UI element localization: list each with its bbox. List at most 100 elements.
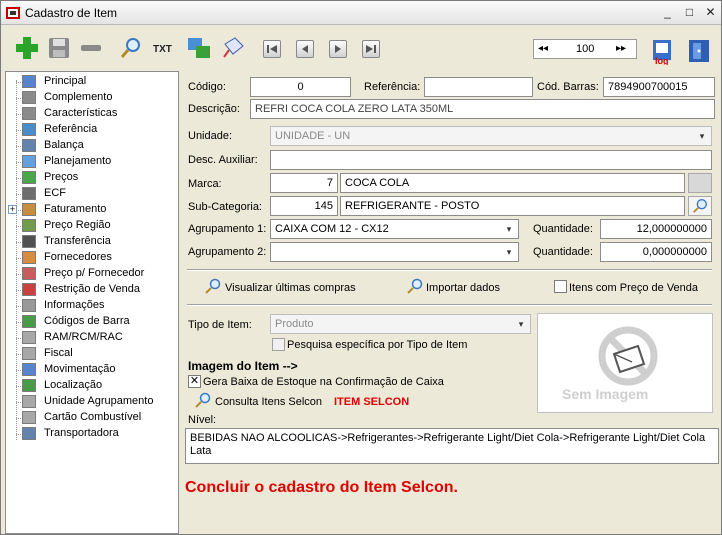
codigo-field[interactable]: 0 — [250, 77, 351, 97]
item-image-placeholder: Sem Imagem — [537, 313, 713, 413]
no-image-text: Sem Imagem — [562, 386, 649, 402]
barcode-icon — [22, 315, 36, 328]
sidebar-item-faturamento[interactable]: + Faturamento — [6, 202, 178, 218]
tipo-select[interactable]: Produto ▾ — [270, 314, 531, 334]
sidebar-item-localiza-o[interactable]: Localização — [6, 378, 178, 394]
sidebar-item-unidade-agrupamento[interactable]: Unidade Agrupamento — [6, 394, 178, 410]
sidebar-item-transfer-ncia[interactable]: Transferência — [6, 234, 178, 250]
image-label: Imagem do Item --> — [188, 359, 298, 373]
sidebar-item-ecf[interactable]: ECF — [6, 186, 178, 202]
maximize-button[interactable]: □ — [681, 5, 698, 21]
document-icon — [22, 347, 36, 360]
sidebar-item-fornecedores[interactable]: Fornecedores — [6, 250, 178, 266]
sidebar-item-c-digos-de-barra[interactable]: Códigos de Barra — [6, 314, 178, 330]
sidebar-item-label: Preços — [44, 171, 79, 183]
sidebar-item-refer-ncia[interactable]: Referência — [6, 122, 178, 138]
sidebar-item-cart-o-combust-vel[interactable]: Cartão Combustível — [6, 410, 178, 426]
tipo-label: Tipo de Item: — [188, 319, 252, 331]
sidebar-item-pre-o-p-fornecedor[interactable]: Preço p/ Fornecedor — [6, 266, 178, 282]
unidade-select[interactable]: UNIDADE - UN ▾ — [270, 126, 712, 146]
first-record-button[interactable] — [263, 40, 281, 58]
pager-value[interactable]: 100 — [576, 43, 594, 55]
document-icon — [22, 331, 36, 344]
qtd1-field[interactable]: 12,000000000 — [600, 219, 712, 239]
divider — [187, 269, 712, 271]
search-icon — [407, 278, 423, 294]
sidebar-item-caracter-sticas[interactable]: Características — [6, 106, 178, 122]
pager-next[interactable]: ▸▸ — [616, 43, 626, 54]
copy-icon[interactable] — [219, 34, 247, 62]
qtd2-field[interactable]: 0,000000000 — [600, 242, 712, 262]
sidebar-item-pre-os[interactable]: Preços — [6, 170, 178, 186]
sidebar-item-movimenta-o[interactable]: Movimentação — [6, 362, 178, 378]
txt-icon[interactable]: TXT — [151, 34, 179, 62]
search-icon[interactable] — [117, 34, 145, 62]
sync-icon[interactable] — [185, 34, 213, 62]
svg-text:log: log — [655, 56, 669, 65]
agrup2-select[interactable]: ▾ — [270, 242, 519, 262]
subcat-code-field[interactable]: 145 — [270, 196, 338, 216]
document-icon — [22, 395, 36, 408]
sidebar-item-label: Fornecedores — [44, 251, 112, 263]
marca-lookup-button[interactable] — [688, 173, 712, 193]
sidebar-item-label: Cartão Combustível — [44, 411, 142, 423]
transfer-icon — [22, 235, 36, 248]
descricao-field[interactable]: REFRI COCA COLA ZERO LATA 350ML — [250, 99, 715, 119]
movement-icon — [22, 363, 36, 376]
save-icon[interactable] — [45, 34, 73, 62]
agrup1-select[interactable]: CAIXA COM 12 - CX12 ▾ — [270, 219, 519, 239]
sidebar-item-pre-o-regi-o[interactable]: Preço Região — [6, 218, 178, 234]
marca-code-field[interactable]: 7 — [270, 173, 338, 193]
region-icon — [22, 219, 36, 232]
log-icon[interactable]: log — [649, 37, 677, 65]
item-form: Código: 0 Referência: Cód. Barras: 78949… — [181, 71, 721, 534]
sidebar-item-complemento[interactable]: Complemento — [6, 90, 178, 106]
supplier-price-icon — [22, 267, 36, 280]
sidebar-item-label: Transferência — [44, 235, 111, 247]
marca-label: Marca: — [188, 178, 222, 190]
prev-record-button[interactable] — [296, 40, 314, 58]
pesquisa-tipo-checkbox[interactable] — [272, 338, 285, 351]
sidebar-item-restri-o-de-venda[interactable]: Restrição de Venda — [6, 282, 178, 298]
next-record-button[interactable] — [329, 40, 347, 58]
desc-aux-field[interactable] — [270, 150, 712, 170]
sidebar-item-balan-a[interactable]: Balança — [6, 138, 178, 154]
unidade-label: Unidade: — [188, 130, 233, 142]
expand-icon[interactable]: + — [8, 205, 17, 214]
document-icon — [22, 411, 36, 424]
sidebar-item-principal[interactable]: Principal — [6, 74, 178, 90]
sidebar-item-ram-rcm-rac[interactable]: RAM/RCM/RAC — [6, 330, 178, 346]
sidebar-item-fiscal[interactable]: Fiscal — [6, 346, 178, 362]
subcat-search-icon[interactable] — [688, 196, 712, 216]
exit-icon[interactable] — [685, 37, 713, 65]
close-button[interactable]: ✕ — [702, 5, 719, 21]
referencia-field[interactable] — [424, 77, 533, 97]
add-icon[interactable] — [13, 34, 41, 62]
import-data-link[interactable]: Importar dados — [426, 282, 500, 294]
concluir-message: Concluir o cadastro do Item Selcon. — [185, 479, 458, 496]
paperclip-icon — [22, 91, 36, 104]
pager-prev[interactable]: ◂◂ — [538, 43, 548, 54]
items-with-price-checkbox[interactable] — [554, 280, 567, 293]
search-icon — [205, 278, 221, 294]
svg-text:TXT: TXT — [153, 44, 172, 55]
consulta-selcon-link[interactable]: Consulta Itens Selcon — [215, 396, 322, 408]
reference-icon — [22, 123, 36, 136]
view-last-purchases-link[interactable]: Visualizar últimas compras — [225, 282, 356, 294]
nivel-field[interactable]: BEBIDAS NAO ALCOOLICAS->Refrigerantes->R… — [185, 428, 719, 464]
gera-baixa-checkbox[interactable]: ✕ — [188, 375, 201, 388]
chevron-down-icon: ▾ — [699, 131, 705, 141]
sidebar-item-transportadora[interactable]: Transportadora — [6, 426, 178, 442]
sidebar-item-planejamento[interactable]: Planejamento — [6, 154, 178, 170]
sidebar-item-informa-es[interactable]: Informações — [6, 298, 178, 314]
last-record-button[interactable] — [362, 40, 380, 58]
price-icon — [22, 171, 36, 184]
marca-name-field: COCA COLA — [340, 173, 685, 193]
remove-icon[interactable] — [77, 34, 105, 62]
barcode-field[interactable]: 7894900700015 — [603, 77, 715, 97]
minimize-button[interactable]: _ — [659, 5, 676, 21]
suppliers-icon — [22, 251, 36, 264]
sidebar-item-label: Planejamento — [44, 155, 112, 167]
navigation-tree: Principal Complemento Características Refer… — [5, 71, 179, 534]
codigo-label: Código: — [188, 81, 226, 93]
